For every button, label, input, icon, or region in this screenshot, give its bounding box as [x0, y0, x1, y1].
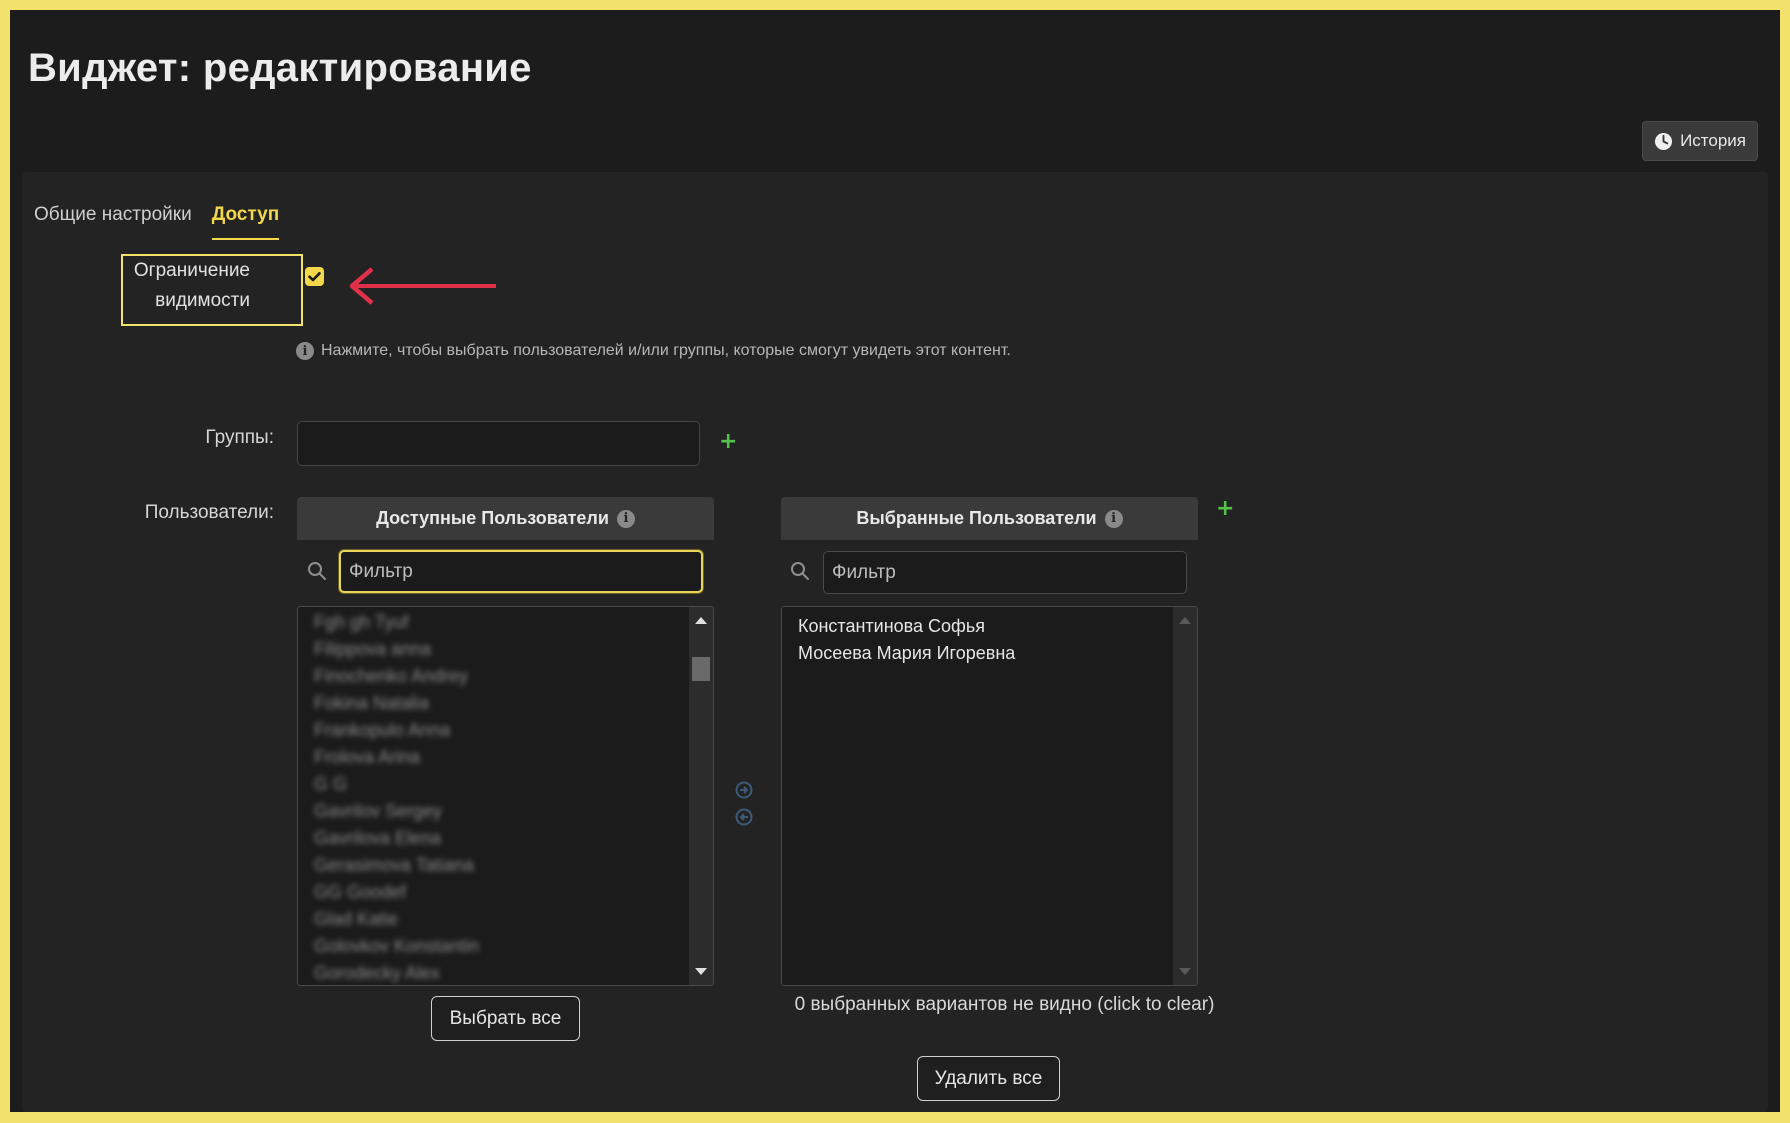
- list-item[interactable]: Fgh gh Tyuf: [298, 609, 713, 636]
- list-item[interactable]: G G: [298, 771, 713, 798]
- list-item[interactable]: Gavrilov Sergey: [298, 798, 713, 825]
- edit-panel: Общие настройки Доступ Ограничение видим…: [22, 172, 1768, 1112]
- check-icon: [308, 272, 321, 282]
- restrict-visibility-checkbox[interactable]: [305, 267, 324, 286]
- restrict-visibility-label: Ограничение видимости: [133, 260, 250, 311]
- scroll-down-icon[interactable]: [695, 968, 707, 975]
- add-user-plus-icon[interactable]: +: [1216, 498, 1234, 520]
- remove-all-button[interactable]: Удалить все: [917, 1056, 1060, 1101]
- available-filter-input[interactable]: [339, 550, 703, 593]
- chosen-users-list[interactable]: Константинова Софья Мосеева Мария Игоревн…: [781, 606, 1198, 986]
- chosen-filter-input[interactable]: [823, 551, 1187, 594]
- available-users-list[interactable]: Fgh gh Tyuf Filippova anna Finochenko Andr…: [297, 606, 714, 986]
- app-window: Виджет: редактирование История Общие нас…: [10, 10, 1780, 1112]
- list-item[interactable]: GG Goodef: [298, 879, 713, 906]
- list-item[interactable]: Golovkov Konstantin: [298, 933, 713, 960]
- hidden-selected-note[interactable]: 0 выбранных вариантов не видно (click to…: [792, 990, 1217, 1020]
- move-right-icon[interactable]: [735, 781, 753, 799]
- list-item[interactable]: Мосеева Мария Игоревна: [782, 640, 1197, 667]
- tab-general-settings[interactable]: Общие настройки: [34, 204, 192, 240]
- hint-text: Нажмите, чтобы выбрать пользователей и/и…: [321, 342, 1011, 359]
- groups-label: Группы:: [205, 427, 274, 448]
- scroll-up-icon[interactable]: [695, 617, 707, 624]
- scroll-thumb[interactable]: [692, 657, 710, 681]
- list-item[interactable]: Finochenko Andrey: [298, 663, 713, 690]
- list-item[interactable]: Filippova anna: [298, 636, 713, 663]
- tab-access[interactable]: Доступ: [211, 204, 280, 240]
- available-scrollbar[interactable]: [689, 607, 713, 985]
- chosen-users-header: Выбранные Пользователи i: [781, 497, 1198, 540]
- list-item[interactable]: Frankopulo Anna: [298, 717, 713, 744]
- annotation-arrow-icon: [349, 267, 496, 305]
- search-icon: [791, 562, 809, 580]
- page-title: Виджет: редактирование: [28, 46, 532, 90]
- search-icon: [308, 562, 326, 580]
- groups-input[interactable]: [297, 421, 700, 466]
- history-label: История: [1680, 131, 1746, 150]
- add-group-plus-icon[interactable]: +: [719, 431, 737, 453]
- list-item[interactable]: Gorodecky Alex: [298, 960, 713, 985]
- history-button[interactable]: История: [1642, 121, 1758, 161]
- info-icon: i: [616, 509, 635, 528]
- chosen-users-title: Выбранные Пользователи: [856, 508, 1097, 528]
- select-all-button[interactable]: Выбрать все: [431, 996, 580, 1041]
- move-left-icon[interactable]: [735, 808, 753, 826]
- list-item[interactable]: Glad Katie: [298, 906, 713, 933]
- list-item[interactable]: Frolova Arina: [298, 744, 713, 771]
- scroll-up-icon[interactable]: [1179, 617, 1191, 624]
- available-users-header: Доступные Пользователи i: [297, 497, 714, 540]
- tab-bar: Общие настройки Доступ: [34, 204, 280, 240]
- chosen-scrollbar[interactable]: [1173, 607, 1197, 985]
- list-item[interactable]: Fokina Natalia: [298, 690, 713, 717]
- scroll-down-icon[interactable]: [1179, 968, 1191, 975]
- users-label: Пользователи:: [144, 502, 274, 523]
- available-users-title: Доступные Пользователи: [376, 508, 609, 528]
- restrict-hint: i Нажмите, чтобы выбрать пользователей и…: [296, 342, 1011, 360]
- info-icon: i: [1104, 509, 1123, 528]
- info-icon: i: [296, 342, 314, 360]
- list-item[interactable]: Gerasimova Tatiana: [298, 852, 713, 879]
- list-item[interactable]: Константинова Софья: [782, 613, 1197, 640]
- clock-icon: [1655, 132, 1673, 150]
- list-item[interactable]: Gavrilova Elena: [298, 825, 713, 852]
